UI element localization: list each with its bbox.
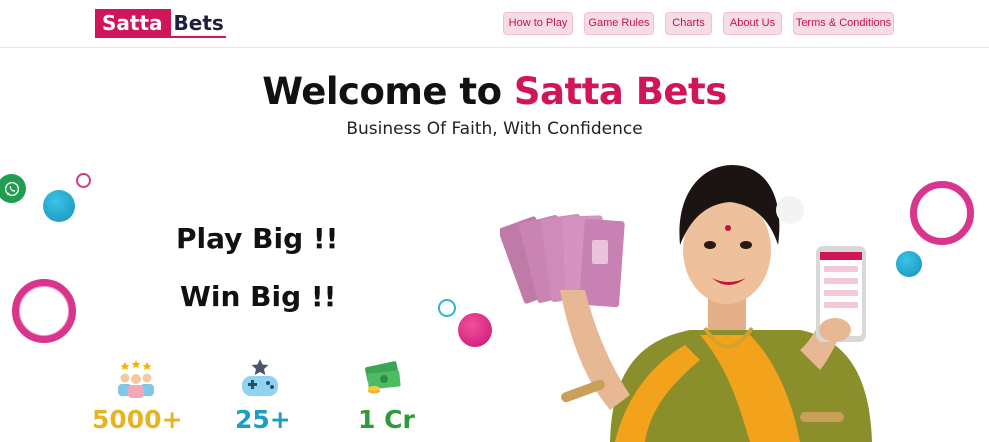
brand-logo[interactable]: Satta Bets	[95, 9, 226, 38]
users-stars-icon	[118, 360, 154, 398]
hero-illustration	[500, 165, 872, 442]
stat-players-value: 5000+	[92, 405, 183, 434]
logo-part-satta: Satta	[95, 9, 171, 38]
nav-about-us[interactable]: About Us	[723, 12, 782, 35]
decor-small-blue-ring	[438, 299, 456, 317]
nav-game-rules[interactable]: Game Rules	[584, 12, 654, 35]
whatsapp-button[interactable]	[0, 174, 26, 203]
decor-blue-dot	[43, 190, 75, 222]
stat-winnings-value: 1 Cr	[358, 405, 415, 434]
decor-large-pink-ring-left	[12, 279, 76, 343]
stat-games-value: 25+	[235, 405, 291, 434]
nav-charts[interactable]: Charts	[665, 12, 712, 35]
hero-subtitle: Business Of Faith, With Confidence	[346, 119, 643, 139]
hero-title-accent: Satta Bets	[513, 70, 727, 113]
whatsapp-icon	[4, 181, 19, 196]
hero-title: Welcome to Satta Bets	[0, 70, 989, 113]
decor-large-pink-ring-right	[910, 181, 974, 245]
decor-pink-dot	[458, 313, 492, 347]
nav-terms-conditions[interactable]: Terms & Conditions	[793, 12, 894, 35]
money-stack-icon	[365, 361, 401, 394]
nav-how-to-play[interactable]: How to Play	[503, 12, 573, 35]
decor-blue-dot-right	[896, 251, 922, 277]
site-header: Satta Bets How to Play Game Rules Charts…	[0, 0, 989, 48]
gamepad-star-icon	[242, 359, 278, 396]
decor-small-pink-ring	[76, 173, 91, 188]
hero-title-prefix: Welcome to	[262, 70, 514, 113]
tagline-play-big: Play Big !!	[176, 222, 339, 255]
tagline-win-big: Win Big !!	[180, 280, 337, 313]
logo-part-bets: Bets	[170, 9, 226, 38]
